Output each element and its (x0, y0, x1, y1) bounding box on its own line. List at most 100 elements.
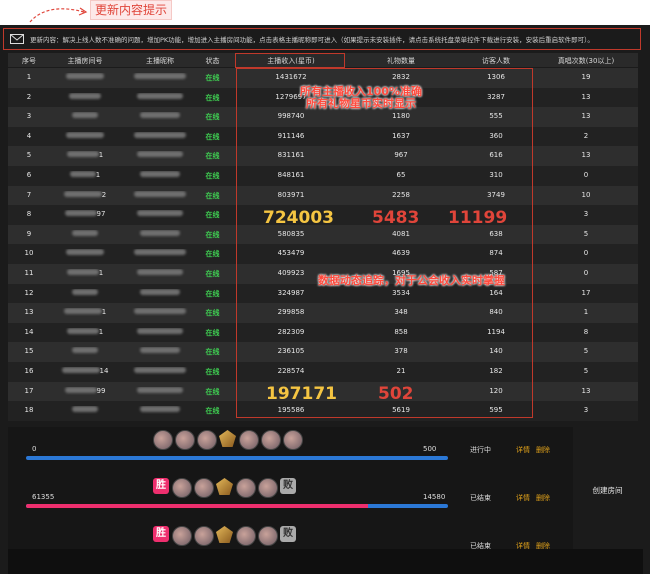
redacted-value (134, 308, 186, 315)
cell-gifts: 1180 (346, 112, 456, 120)
cell-nickname[interactable] (120, 366, 200, 375)
cell-room (50, 112, 120, 120)
cell-room: 1 (50, 268, 120, 277)
table-row[interactable]: 5 1 在线 831161 967 616 13 (8, 146, 638, 166)
cell-room-text: 1 (101, 308, 107, 317)
cell-status-text: 在线 (205, 171, 220, 180)
table-row[interactable]: 13 1 在线 299858 348 840 1 (8, 303, 638, 323)
cell-nickname[interactable] (120, 327, 200, 336)
cell-nickname[interactable] (120, 190, 200, 199)
cell-visitors-text: 840 (489, 308, 503, 317)
avatar[interactable] (194, 478, 214, 498)
cell-room: 14 (50, 366, 120, 375)
cell-no-text: 6 (26, 170, 32, 179)
avatar[interactable] (175, 430, 195, 450)
avatar[interactable] (172, 478, 192, 498)
cell-visitors-text: 3749 (487, 190, 505, 199)
avatar[interactable] (283, 430, 303, 450)
cell-status-text: 在线 (205, 132, 220, 141)
pk-delete-link[interactable]: 删除 (536, 493, 550, 503)
cell-nickname[interactable] (120, 406, 200, 414)
avatar[interactable] (258, 526, 278, 546)
avatar[interactable] (236, 526, 256, 546)
pk-delete-link[interactable]: 删除 (536, 445, 550, 455)
header-no[interactable]: 序号 (8, 56, 50, 66)
cell-nickname[interactable] (120, 131, 200, 140)
cell-nickname[interactable] (120, 170, 200, 179)
cell-nickname[interactable] (120, 249, 200, 257)
avatar[interactable] (258, 478, 278, 498)
cell-nickname[interactable] (120, 308, 200, 316)
cell-sing-count: 0 (536, 249, 636, 257)
cell-no-text: 16 (24, 366, 34, 375)
cell-nickname[interactable] (120, 288, 200, 297)
header-sing-count[interactable]: 真唱次数(30以上) (536, 56, 636, 66)
cell-income-text: 580835 (277, 229, 305, 238)
cell-nickname[interactable] (120, 112, 200, 120)
create-room-button[interactable]: 创建房间 (580, 481, 635, 501)
cell-sing-count: 8 (536, 328, 636, 336)
header-income[interactable]: 主播收入(星币) (236, 56, 346, 66)
pk-detail-link[interactable]: 详情 (516, 493, 530, 503)
cell-income-text: 409923 (277, 268, 305, 277)
redacted-value (137, 386, 183, 393)
cell-nickname[interactable] (120, 92, 200, 101)
table-row[interactable]: 3 在线 998740 1180 555 13 (8, 107, 638, 127)
cell-gifts-text: 4639 (392, 249, 410, 258)
cell-visitors-text: 360 (489, 131, 503, 140)
table-row[interactable]: 6 1 在线 848161 65 310 0 (8, 165, 638, 186)
avatar[interactable] (236, 478, 256, 498)
table-row[interactable]: 15 在线 236105 378 140 5 (8, 342, 638, 362)
cell-income-text: 848161 (277, 170, 305, 179)
cell-visitors: 164 (456, 289, 536, 297)
table-row[interactable]: 16 14 在线 228574 21 182 5 (8, 361, 638, 382)
pk-detail-link[interactable]: 详情 (516, 445, 530, 455)
avatar[interactable] (172, 526, 192, 546)
header-room[interactable]: 主播房间号 (50, 56, 120, 66)
header-gifts[interactable]: 礼物数量 (346, 56, 456, 66)
pk-match-row: 0 500 进行中 详情 删除 (8, 427, 573, 472)
cell-visitors-text: 140 (489, 347, 503, 356)
cell-no: 1 (8, 73, 50, 81)
cell-no: 15 (8, 347, 50, 355)
cell-visitors: 140 (456, 347, 536, 355)
redacted-value (64, 210, 97, 217)
redacted-value (66, 268, 99, 275)
cell-no: 3 (8, 112, 50, 120)
table-row[interactable]: 4 在线 911146 1637 360 2 (8, 126, 638, 147)
cell-nickname[interactable] (120, 347, 200, 355)
cell-visitors-text: 638 (489, 229, 503, 238)
avatar[interactable] (153, 430, 173, 450)
cell-gifts: 21 (346, 367, 456, 375)
notice-text: 更新内容：解决上线人数不准确的问题，增加PK功能，增加进入主播房间功能，点击表格… (30, 36, 594, 44)
cell-nickname[interactable] (120, 210, 200, 218)
cell-income-text: 1431672 (275, 73, 307, 81)
cell-sing-count-text: 0 (583, 249, 589, 258)
table-row[interactable]: 18 在线 195586 5619 595 3 (8, 401, 638, 421)
lose-badge: 败 (280, 526, 296, 542)
cell-status: 在线 (200, 249, 225, 259)
cell-room: 1 (50, 327, 120, 336)
cell-nickname[interactable] (120, 229, 200, 238)
cell-visitors-text: 1194 (487, 327, 505, 336)
avatar[interactable] (261, 430, 281, 450)
avatar[interactable] (239, 430, 259, 450)
cell-income: 299858 (236, 308, 346, 316)
cell-gifts: 2258 (346, 191, 456, 199)
cell-nickname[interactable] (120, 386, 200, 395)
cell-nickname[interactable] (120, 73, 200, 81)
header-status[interactable]: 状态 (200, 56, 225, 66)
header-nickname[interactable]: 主播昵称 (120, 56, 200, 66)
cell-sing-count: 3 (536, 210, 636, 218)
redacted-value (140, 406, 180, 413)
avatar[interactable] (197, 430, 217, 450)
header-visitors[interactable]: 访客人数 (456, 56, 536, 66)
cell-visitors-text: 874 (489, 249, 503, 258)
cell-nickname[interactable] (120, 151, 200, 159)
table-row[interactable]: 14 1 在线 282309 858 1194 8 (8, 322, 638, 343)
avatar[interactable] (194, 526, 214, 546)
cell-status: 在线 (200, 347, 225, 357)
table-row[interactable]: 7 2 在线 803971 2258 3749 10 (8, 185, 638, 206)
table-row[interactable]: 10 在线 453479 4639 874 0 (8, 244, 638, 264)
cell-nickname[interactable] (120, 268, 200, 277)
